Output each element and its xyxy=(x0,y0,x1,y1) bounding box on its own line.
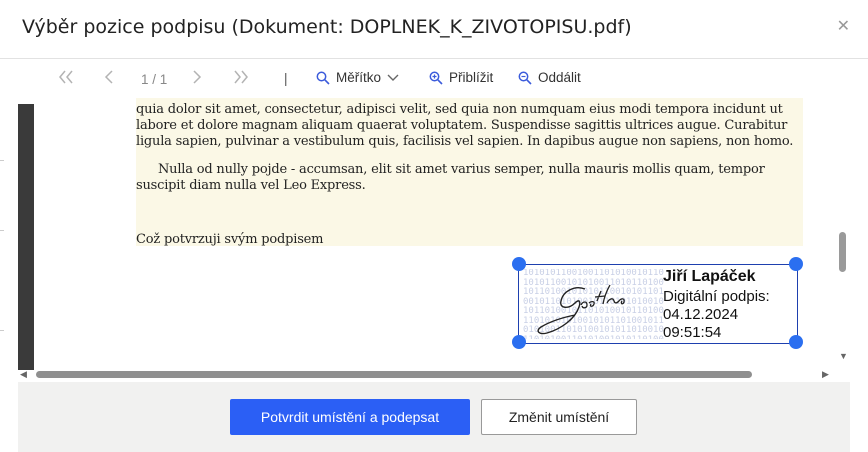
horizontal-scrollbar[interactable]: ◀ ▶ xyxy=(18,368,836,382)
double-chevron-right-icon[interactable] xyxy=(233,70,249,84)
change-position-button[interactable]: Změnit umístění xyxy=(481,399,637,435)
scale-label: Měřítko xyxy=(336,70,382,85)
pdf-viewer[interactable]: quia dolor sit amet, consectetur, adipis… xyxy=(18,98,850,382)
paragraph: quia dolor sit amet, consectetur, adipis… xyxy=(136,102,794,149)
zoom-in-icon xyxy=(429,71,443,85)
vertical-scroll-thumb[interactable] xyxy=(839,232,846,272)
signature-label: Digitální podpis: xyxy=(663,288,770,305)
horizontal-scroll-thumb[interactable] xyxy=(36,371,752,378)
dialog-title: Výběr pozice podpisu (Dokument: DOPLNEK_… xyxy=(22,16,632,38)
scroll-left-arrow-icon[interactable]: ◀ xyxy=(20,369,27,380)
signature-position-dialog: Výběr pozice podpisu (Dokument: DOPLNEK_… xyxy=(0,0,868,452)
signature-date: 04.12.2024 xyxy=(663,306,739,323)
edge-tick xyxy=(0,160,4,161)
chevron-right-icon[interactable] xyxy=(192,70,202,84)
signer-name: Jiří Lapáček xyxy=(663,268,756,285)
edge-tick xyxy=(0,330,4,331)
zoom-out-icon xyxy=(518,71,532,85)
scale-dropdown[interactable]: Měřítko xyxy=(316,70,399,85)
zoom-out-label: Oddálit xyxy=(538,70,581,85)
header-divider xyxy=(0,58,868,59)
resize-handle-top-right[interactable] xyxy=(789,257,803,271)
paragraph: Nulla od nully pojde - accumsan, elit si… xyxy=(136,162,765,193)
confirm-and-sign-button[interactable]: Potvrdit umístění a podepsat xyxy=(230,399,470,435)
magnifier-icon xyxy=(316,71,330,85)
zoom-out-button[interactable]: Oddálit xyxy=(518,70,581,85)
scroll-right-arrow-icon[interactable]: ▶ xyxy=(822,369,829,380)
chevron-down-icon xyxy=(387,74,399,81)
resize-handle-top-left[interactable] xyxy=(512,257,526,271)
signature-details: Digitální podpis: 04.12.2024 09:51:54 xyxy=(663,288,770,342)
chevron-left-icon[interactable] xyxy=(104,70,114,84)
edge-tick xyxy=(0,230,4,231)
confirm-line: Což potvrzuji svým podpisem xyxy=(136,232,324,247)
close-icon[interactable]: ✕ xyxy=(837,16,850,36)
double-chevron-left-icon[interactable] xyxy=(58,70,74,84)
zoom-in-label: Přiblížit xyxy=(449,70,494,85)
vertical-scrollbar[interactable]: ▼ xyxy=(836,98,850,370)
resize-handle-bottom-right[interactable] xyxy=(789,335,803,349)
scroll-down-arrow-icon[interactable]: ▼ xyxy=(839,351,848,361)
signature-placement-box[interactable]: 1010101100100110101001011010101100101010… xyxy=(518,264,798,344)
pdf-toolbar: 1 / 1 | Měřítko Přiblížit Oddálit xyxy=(0,62,868,98)
signature-time: 09:51:54 xyxy=(663,324,722,341)
zoom-in-button[interactable]: Přiblížit xyxy=(429,70,493,85)
toolbar-separator: | xyxy=(284,71,288,86)
dialog-footer: Potvrdit umístění a podepsat Změnit umís… xyxy=(18,382,850,452)
page-gutter xyxy=(18,104,34,370)
page-indicator: 1 / 1 xyxy=(141,72,168,87)
handwritten-signature xyxy=(537,284,625,335)
resize-handle-bottom-left[interactable] xyxy=(512,335,526,349)
